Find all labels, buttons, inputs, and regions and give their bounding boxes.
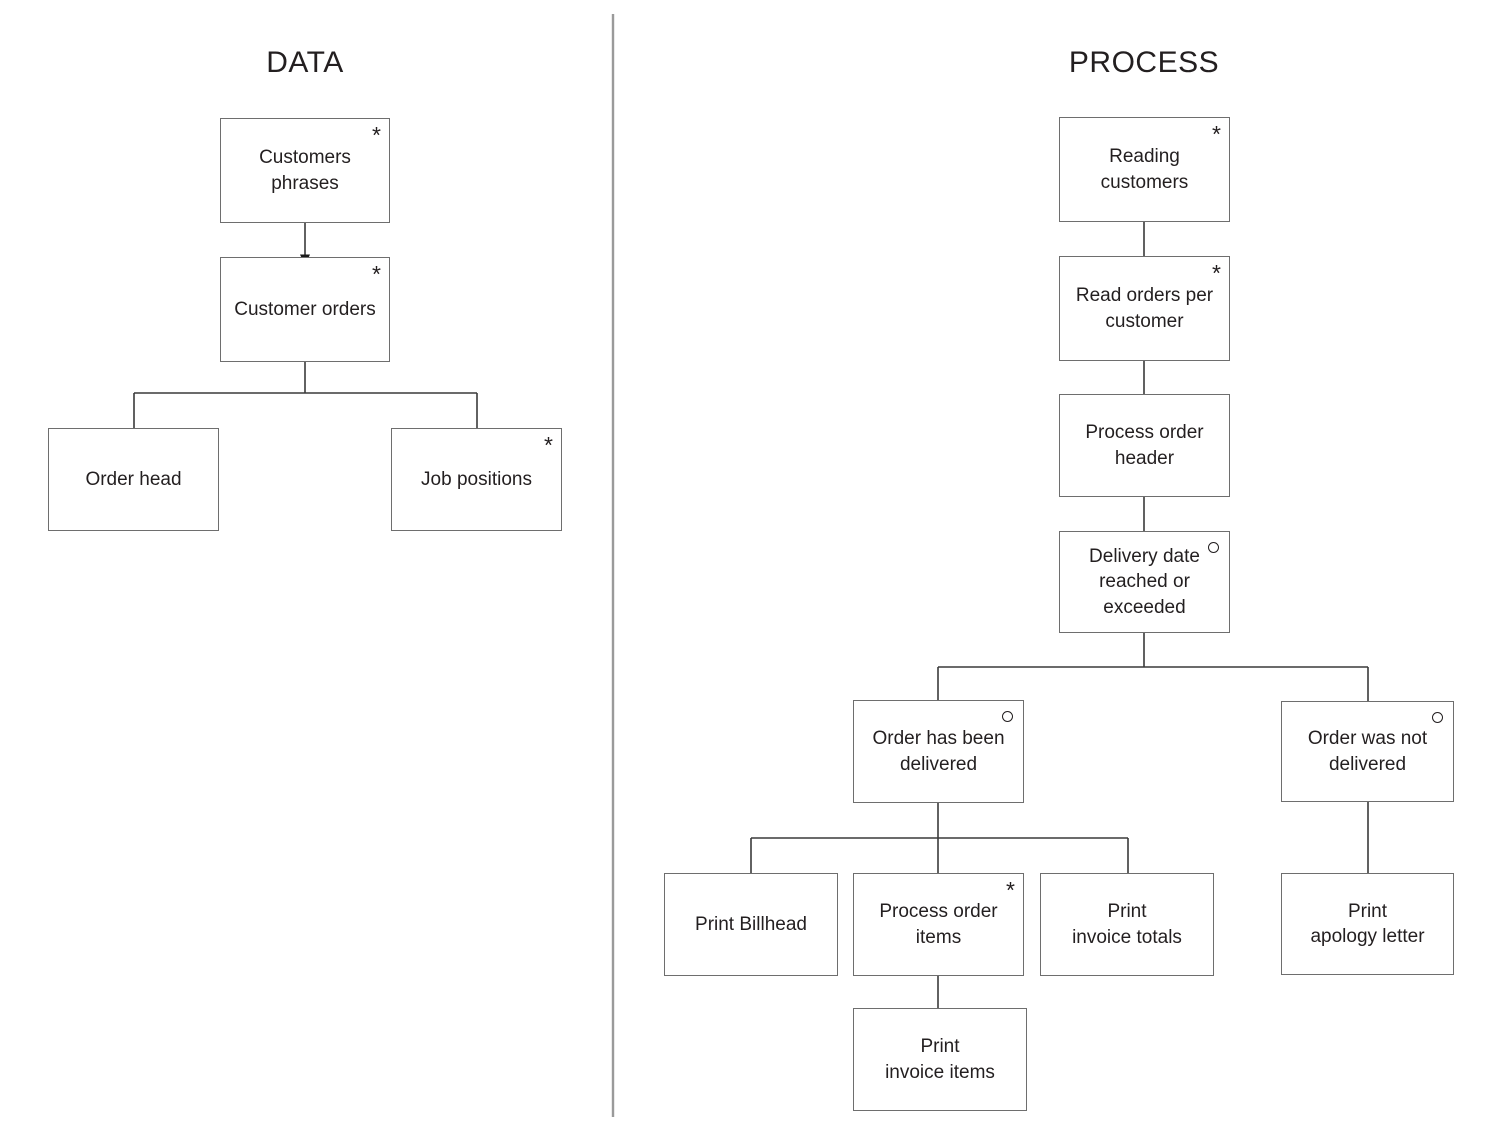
node-read-orders-per-customer[interactable]: * Read orders per customer [1059, 256, 1230, 361]
node-customer-orders[interactable]: * Customer orders [220, 257, 390, 362]
node-customers-phrases[interactable]: * Customers phrases [220, 118, 390, 223]
node-order-has-been-delivered[interactable]: Order has been delivered [853, 700, 1024, 803]
node-label: Print invoice totals [1072, 901, 1182, 948]
diagram-canvas: DATA PROCESS * Customers phrases * Customer … [0, 0, 1500, 1147]
node-label: Customers phrases [259, 147, 351, 194]
column-title-data: DATA [266, 46, 344, 79]
condition-circle-icon [1002, 711, 1013, 722]
node-label: Read orders per customer [1075, 285, 1214, 332]
node-label: Print Billhead [695, 913, 807, 935]
node-label: Print apology letter [1310, 900, 1425, 947]
repetition-star-icon: * [1212, 260, 1221, 286]
node-label: Print invoice items [885, 1036, 995, 1083]
node-label: Customer orders [234, 298, 376, 320]
node-label: Reading customers [1100, 146, 1189, 193]
connector-delivery-date-to-branches [937, 633, 1369, 701]
node-print-invoice-totals[interactable]: Print invoice totals [1040, 873, 1214, 976]
node-job-positions[interactable]: * Job positions [391, 428, 562, 531]
node-label: Order head [85, 468, 182, 490]
node-label: Order has been delivered [872, 728, 1005, 775]
column-title-process: PROCESS [1068, 46, 1220, 79]
repetition-star-icon: * [1006, 877, 1015, 903]
node-label: Job positions [421, 468, 532, 490]
node-print-apology-letter[interactable]: Print apology letter [1281, 873, 1454, 975]
repetition-star-icon: * [1212, 121, 1221, 147]
node-order-head[interactable]: Order head [48, 428, 219, 531]
connector-customer-orders-to-children [133, 362, 478, 428]
node-label: Delivery date reached or exceeded [1089, 546, 1200, 618]
node-print-invoice-items[interactable]: Print invoice items [853, 1008, 1027, 1111]
node-label: Order was not delivered [1307, 728, 1428, 775]
node-label: Process order header [1085, 422, 1204, 469]
node-delivery-date-reached[interactable]: Delivery date reached or exceeded [1059, 531, 1230, 633]
repetition-star-icon: * [372, 122, 381, 148]
node-order-was-not-delivered[interactable]: Order was not delivered [1281, 701, 1454, 802]
repetition-star-icon: * [372, 261, 381, 287]
node-print-billhead[interactable]: Print Billhead [664, 873, 838, 976]
connector-delivered-to-children [750, 803, 1129, 873]
node-label: Process order items [879, 901, 998, 948]
node-reading-customers[interactable]: * Reading customers [1059, 117, 1230, 222]
node-process-order-header[interactable]: Process order header [1059, 394, 1230, 497]
condition-circle-icon [1432, 712, 1443, 723]
node-process-order-items[interactable]: * Process order items [853, 873, 1024, 976]
repetition-star-icon: * [544, 432, 553, 458]
condition-circle-icon [1208, 542, 1219, 553]
